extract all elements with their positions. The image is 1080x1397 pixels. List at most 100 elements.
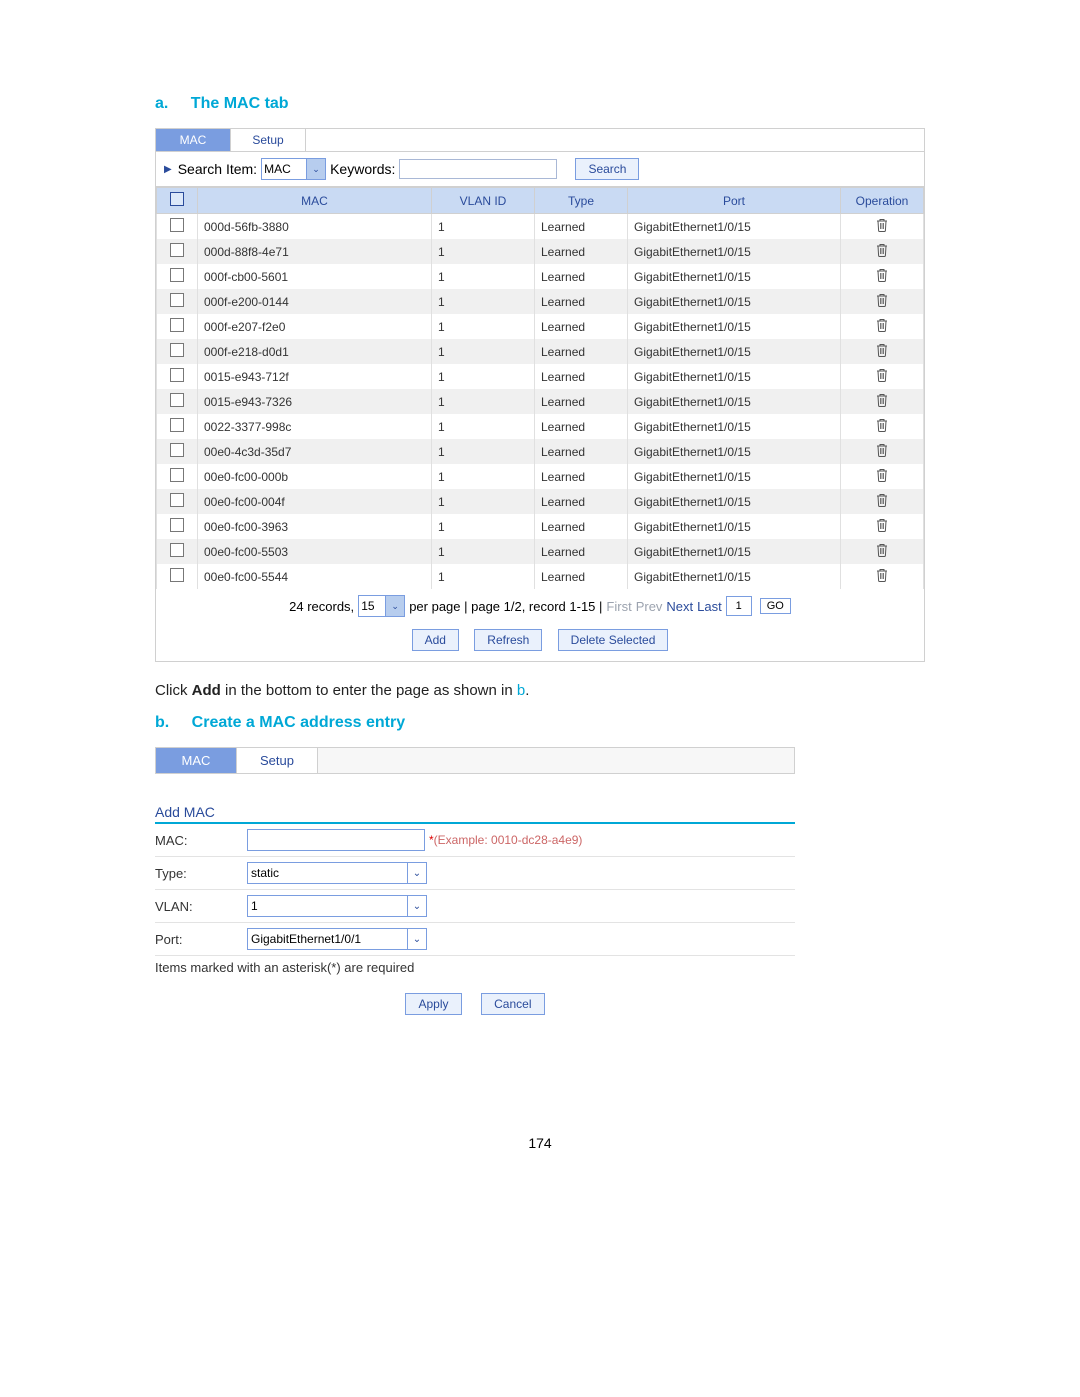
pager-last[interactable]: Last xyxy=(697,599,722,614)
go-button[interactable]: GO xyxy=(760,598,791,614)
cell-mac: 000f-cb00-5601 xyxy=(198,264,432,289)
cell-type: Learned xyxy=(535,564,628,589)
mac-table: MAC VLAN ID Type Port Operation 000d-56f… xyxy=(156,187,924,589)
cancel-button[interactable]: Cancel xyxy=(481,993,544,1015)
select-all-checkbox[interactable] xyxy=(170,192,184,206)
trash-icon[interactable] xyxy=(876,368,889,382)
row-port: Port: GigabitEthernet1/0/1 ⌄ xyxy=(155,923,795,956)
search-item-select[interactable]: MAC ⌄ xyxy=(261,158,326,180)
trash-icon[interactable] xyxy=(876,493,889,507)
cell-port: GigabitEthernet1/0/15 xyxy=(628,389,841,414)
trash-icon[interactable] xyxy=(876,293,889,307)
col-port[interactable]: Port xyxy=(628,188,841,214)
row-checkbox[interactable] xyxy=(170,293,184,307)
trash-icon[interactable] xyxy=(876,393,889,407)
trash-icon[interactable] xyxy=(876,518,889,532)
delete-selected-button[interactable]: Delete Selected xyxy=(558,629,669,651)
cell-mac: 00e0-fc00-004f xyxy=(198,489,432,514)
row-checkbox[interactable] xyxy=(170,543,184,557)
apply-button[interactable]: Apply xyxy=(405,993,461,1015)
row-checkbox[interactable] xyxy=(170,343,184,357)
page-number-input[interactable] xyxy=(726,596,752,616)
trash-icon[interactable] xyxy=(876,243,889,257)
keywords-input[interactable] xyxy=(399,159,557,179)
row-checkbox[interactable] xyxy=(170,468,184,482)
table-row: 00e0-fc00-55441LearnedGigabitEthernet1/0… xyxy=(157,564,924,589)
row-checkbox[interactable] xyxy=(170,493,184,507)
instruction-pre: Click xyxy=(155,682,192,699)
search-item-label: Search Item: xyxy=(178,161,257,177)
tab-b-mac[interactable]: MAC xyxy=(156,748,237,773)
footer-buttons: Add Refresh Delete Selected xyxy=(156,623,924,661)
type-label: Type: xyxy=(155,866,247,881)
trash-icon[interactable] xyxy=(876,543,889,557)
row-checkbox[interactable] xyxy=(170,418,184,432)
row-checkbox[interactable] xyxy=(170,318,184,332)
trash-icon[interactable] xyxy=(876,268,889,282)
row-checkbox[interactable] xyxy=(170,568,184,582)
cell-mac: 00e0-fc00-5503 xyxy=(198,539,432,564)
cell-mac: 0015-e943-712f xyxy=(198,364,432,389)
heading-a-title: The MAC tab xyxy=(191,95,289,112)
cell-port: GigabitEthernet1/0/15 xyxy=(628,464,841,489)
row-type: Type: static ⌄ xyxy=(155,857,795,890)
tab-mac[interactable]: MAC xyxy=(156,129,231,151)
table-row: 000f-e200-01441LearnedGigabitEthernet1/0… xyxy=(157,289,924,314)
type-select[interactable]: static ⌄ xyxy=(247,862,427,884)
perpage-select[interactable]: 15 ⌄ xyxy=(358,595,405,617)
tab-setup[interactable]: Setup xyxy=(231,129,306,151)
cell-vlan: 1 xyxy=(432,564,535,589)
port-select[interactable]: GigabitEthernet1/0/1 ⌄ xyxy=(247,928,427,950)
chevron-down-icon[interactable]: ⌄ xyxy=(385,595,405,617)
trash-icon[interactable] xyxy=(876,218,889,232)
trash-icon[interactable] xyxy=(876,443,889,457)
cell-port: GigabitEthernet1/0/15 xyxy=(628,339,841,364)
trash-icon[interactable] xyxy=(876,568,889,582)
trash-icon[interactable] xyxy=(876,418,889,432)
tabs-b: MAC Setup xyxy=(155,747,795,774)
vlan-select[interactable]: 1 ⌄ xyxy=(247,895,427,917)
cell-vlan: 1 xyxy=(432,489,535,514)
add-button[interactable]: Add xyxy=(412,629,459,651)
heading-b-letter: b. xyxy=(155,714,169,731)
search-button[interactable]: Search xyxy=(575,158,639,180)
cell-type: Learned xyxy=(535,464,628,489)
chevron-down-icon[interactable]: ⌄ xyxy=(306,158,326,180)
chevron-down-icon[interactable]: ⌄ xyxy=(407,895,427,917)
cell-mac: 00e0-fc00-000b xyxy=(198,464,432,489)
row-checkbox[interactable] xyxy=(170,243,184,257)
mac-label: MAC: xyxy=(155,833,247,848)
row-checkbox[interactable] xyxy=(170,368,184,382)
cell-vlan: 1 xyxy=(432,214,535,240)
row-checkbox[interactable] xyxy=(170,393,184,407)
refresh-button[interactable]: Refresh xyxy=(474,629,542,651)
row-checkbox[interactable] xyxy=(170,518,184,532)
cell-vlan: 1 xyxy=(432,414,535,439)
cell-mac: 00e0-fc00-3963 xyxy=(198,514,432,539)
search-item-value: MAC xyxy=(261,158,306,180)
chevron-down-icon[interactable]: ⌄ xyxy=(407,862,427,884)
col-vlan[interactable]: VLAN ID xyxy=(432,188,535,214)
tabs-b-spacer xyxy=(318,748,794,773)
cell-port: GigabitEthernet1/0/15 xyxy=(628,489,841,514)
chevron-down-icon[interactable]: ⌄ xyxy=(407,928,427,950)
trash-icon[interactable] xyxy=(876,468,889,482)
col-mac[interactable]: MAC xyxy=(198,188,432,214)
tab-b-setup[interactable]: Setup xyxy=(237,748,318,773)
cell-vlan: 1 xyxy=(432,239,535,264)
row-checkbox[interactable] xyxy=(170,218,184,232)
cell-type: Learned xyxy=(535,514,628,539)
cell-mac: 000f-e200-0144 xyxy=(198,289,432,314)
row-checkbox[interactable] xyxy=(170,268,184,282)
trash-icon[interactable] xyxy=(876,343,889,357)
pager-next[interactable]: Next xyxy=(666,599,693,614)
cell-port: GigabitEthernet1/0/15 xyxy=(628,364,841,389)
col-type[interactable]: Type xyxy=(535,188,628,214)
row-checkbox[interactable] xyxy=(170,443,184,457)
pager-records: 24 records, xyxy=(289,599,354,614)
mac-input[interactable] xyxy=(247,829,425,851)
cell-type: Learned xyxy=(535,539,628,564)
col-check[interactable] xyxy=(157,188,198,214)
trash-icon[interactable] xyxy=(876,318,889,332)
cell-type: Learned xyxy=(535,489,628,514)
